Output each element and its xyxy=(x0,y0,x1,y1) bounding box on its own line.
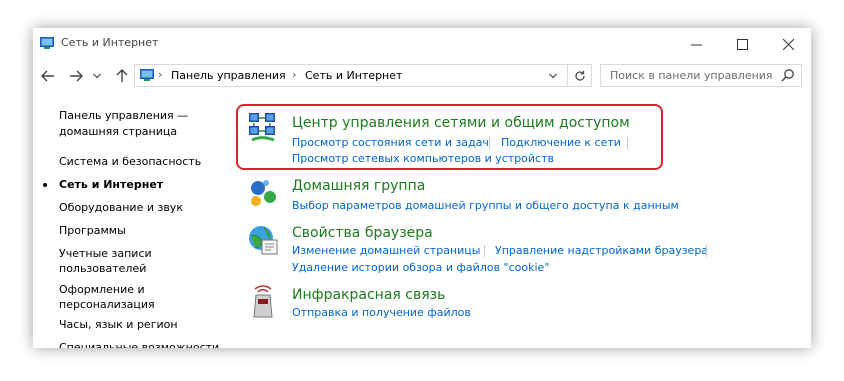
search-placeholder: Поиск в панели управления xyxy=(610,69,773,82)
control-panel-icon xyxy=(140,69,154,81)
navigation-bar: › Панель управления › Сеть и Интернет По… xyxy=(33,60,811,92)
recent-locations-button[interactable] xyxy=(91,67,103,85)
sidebar-item-user-accounts-line1[interactable]: Учетные записи xyxy=(59,246,152,261)
refresh-button[interactable] xyxy=(567,65,592,86)
homegroup-icon xyxy=(251,180,276,206)
link-separator xyxy=(627,137,628,149)
window-title: Сеть и Интернет xyxy=(61,36,159,49)
breadcrumb-control-panel[interactable]: Панель управления xyxy=(171,69,286,82)
sidebar-item-system-security[interactable]: Система и безопасность xyxy=(59,154,201,169)
search-box[interactable]: Поиск в панели управления xyxy=(600,64,802,87)
sidebar-item-home-line2[interactable]: домашняя страница xyxy=(59,124,177,139)
sidebar-item-accessibility[interactable]: Специальные возможности xyxy=(59,340,219,348)
sidebar-item-network-internet[interactable]: Сеть и Интернет xyxy=(59,177,163,192)
current-item-bullet-icon xyxy=(43,183,47,187)
browser-properties-icon xyxy=(249,226,278,255)
category-title-network-center[interactable]: Центр управления сетями и общим доступом xyxy=(292,115,630,131)
sidebar-item-hardware-sound[interactable]: Оборудование и звук xyxy=(59,200,183,215)
link-separator xyxy=(489,137,490,149)
sidebar-item-clock-language[interactable]: Часы, язык и регион xyxy=(59,317,178,332)
category-title-homegroup[interactable]: Домашняя группа xyxy=(292,178,425,194)
maximize-button[interactable] xyxy=(719,30,765,58)
arrow-up-icon xyxy=(116,69,128,82)
link-view-network-status[interactable]: Просмотр состояния сети и задач xyxy=(292,136,489,149)
minimize-icon xyxy=(690,44,702,45)
close-button[interactable] xyxy=(765,30,811,58)
close-icon xyxy=(782,38,794,50)
search-icon[interactable] xyxy=(781,68,795,82)
title-bar: Сеть и Интернет xyxy=(33,28,811,60)
up-button[interactable] xyxy=(113,67,131,85)
control-panel-window: Сеть и Интернет › Панель управления › Се… xyxy=(33,28,811,348)
refresh-icon xyxy=(575,70,585,81)
arrow-left-icon xyxy=(41,70,54,82)
link-view-network-computers[interactable]: Просмотр сетевых компьютеров и устройств xyxy=(292,152,554,165)
maximize-icon xyxy=(736,38,748,50)
network-center-icon xyxy=(249,113,275,142)
link-separator xyxy=(706,245,707,257)
chevron-down-icon xyxy=(93,73,101,79)
forward-button[interactable] xyxy=(67,67,85,85)
infrared-icon xyxy=(253,285,273,318)
breadcrumb-separator-icon: › xyxy=(292,68,297,81)
arrow-right-icon xyxy=(70,70,83,82)
control-panel-icon xyxy=(40,37,54,49)
sidebar-item-appearance-line1[interactable]: Оформление и xyxy=(59,282,145,297)
address-history-button[interactable] xyxy=(546,65,560,86)
link-change-home-page[interactable]: Изменение домашней страницы xyxy=(292,244,480,257)
back-button[interactable] xyxy=(39,67,57,85)
link-delete-history-cookies[interactable]: Удаление истории обзора и файлов "cookie… xyxy=(292,261,549,274)
sidebar-item-programs[interactable]: Программы xyxy=(59,223,126,238)
minimize-button[interactable] xyxy=(673,30,719,58)
link-connect-to-network[interactable]: Подключение к сети xyxy=(501,136,621,149)
chevron-down-icon xyxy=(549,73,557,78)
address-bar[interactable]: › Панель управления › Сеть и Интернет xyxy=(134,64,592,87)
category-title-browser-properties[interactable]: Свойства браузера xyxy=(292,225,433,241)
breadcrumb-separator-icon: › xyxy=(158,68,163,81)
breadcrumb-network-internet[interactable]: Сеть и Интернет xyxy=(305,69,402,82)
link-manage-addons[interactable]: Управление надстройками браузера xyxy=(495,244,708,257)
sidebar-item-home-line1[interactable]: Панель управления — xyxy=(59,108,188,123)
link-send-receive-files[interactable]: Отправка и получение файлов xyxy=(292,306,471,319)
link-homegroup-settings[interactable]: Выбор параметров домашней группы и общег… xyxy=(292,199,679,212)
sidebar-item-appearance-line2[interactable]: персонализация xyxy=(59,297,155,312)
link-separator xyxy=(484,245,485,257)
category-title-infrared[interactable]: Инфракрасная связь xyxy=(292,287,445,303)
sidebar-item-user-accounts-line2[interactable]: пользователей xyxy=(59,261,146,276)
